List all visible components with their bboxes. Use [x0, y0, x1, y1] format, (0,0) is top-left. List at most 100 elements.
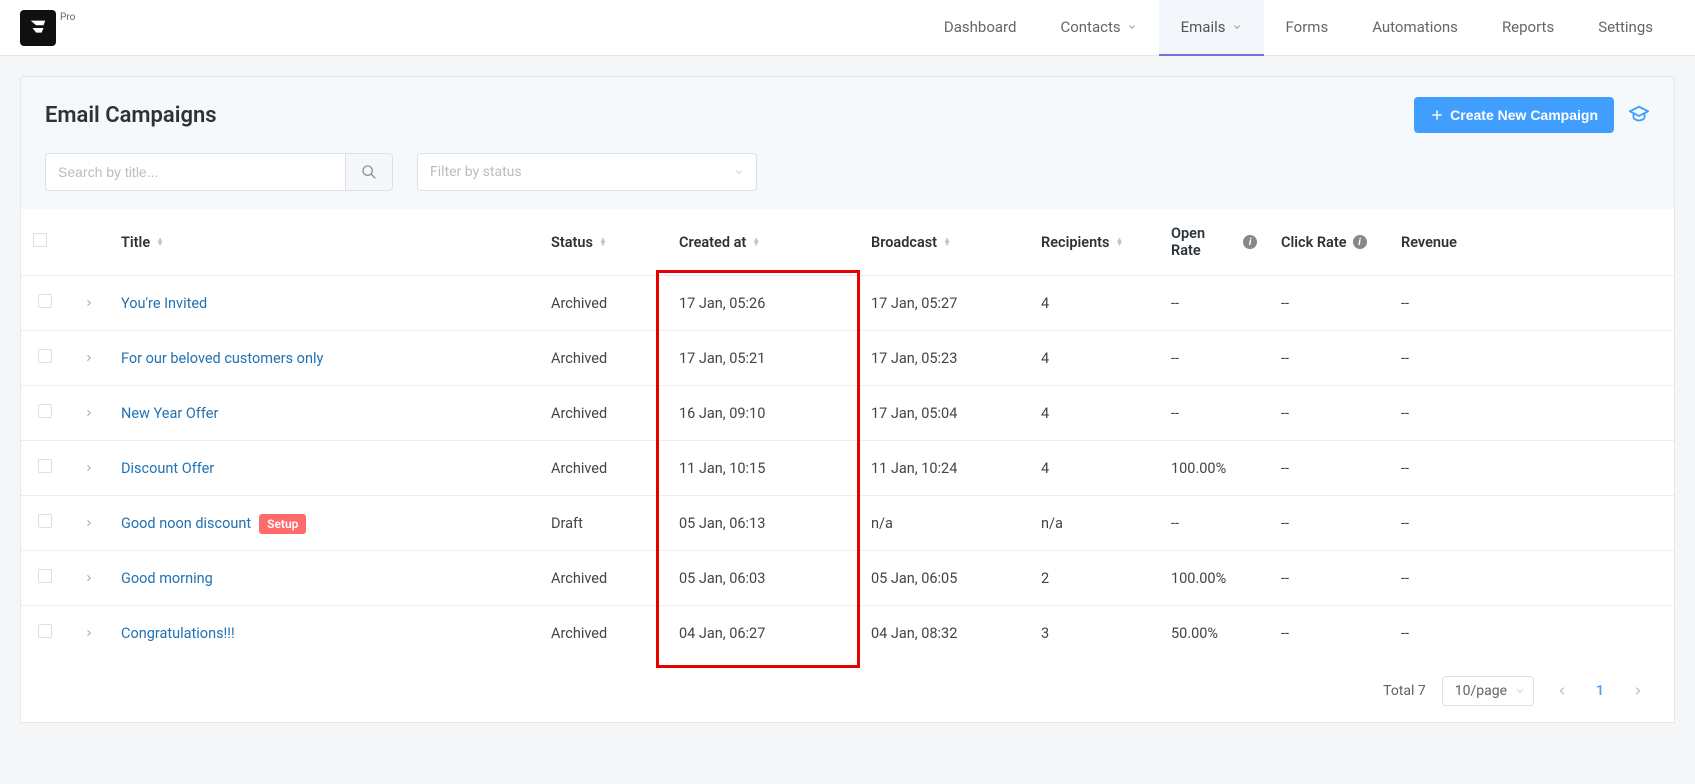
nav-item-forms[interactable]: Forms — [1264, 0, 1351, 56]
row-checkbox[interactable] — [38, 404, 52, 418]
broadcast-cell: 05 Jan, 06:05 — [859, 551, 1029, 606]
nav-item-automations[interactable]: Automations — [1350, 0, 1480, 56]
click-rate-cell: -- — [1269, 386, 1389, 441]
status-cell: Archived — [539, 551, 659, 606]
open-rate-cell: 100.00% — [1159, 551, 1269, 606]
click-rate-cell: -- — [1269, 441, 1389, 496]
nav-item-reports[interactable]: Reports — [1480, 0, 1576, 56]
chevron-down-icon — [1127, 22, 1137, 32]
nav-item-emails[interactable]: Emails — [1159, 0, 1264, 56]
expand-row-button[interactable] — [84, 515, 94, 532]
sort-icon: ▲▼ — [943, 238, 951, 246]
expand-row-button[interactable] — [84, 460, 94, 477]
created-cell: 16 Jan, 09:10 — [659, 386, 859, 441]
page-number[interactable]: 1 — [1590, 683, 1610, 699]
column-status[interactable]: Status▲▼ — [539, 209, 659, 276]
search-input[interactable] — [45, 153, 345, 191]
select-all-checkbox[interactable] — [33, 233, 47, 247]
column-broadcast[interactable]: Broadcast▲▼ — [859, 209, 1029, 276]
campaign-title-link[interactable]: Congratulations!!! — [121, 625, 235, 642]
open-rate-cell: -- — [1159, 386, 1269, 441]
recipients-cell: 3 — [1029, 606, 1159, 661]
expand-row-button[interactable] — [84, 570, 94, 587]
table-row: Good morning Archived 05 Jan, 06:03 05 J… — [21, 551, 1674, 606]
nav-item-contacts[interactable]: Contacts — [1038, 0, 1158, 56]
open-rate-cell: -- — [1159, 331, 1269, 386]
row-checkbox[interactable] — [38, 624, 52, 638]
nav-item-settings[interactable]: Settings — [1576, 0, 1675, 56]
campaign-title-link[interactable]: Discount Offer — [121, 460, 214, 477]
column-revenue: Revenue — [1389, 209, 1674, 276]
expand-row-button[interactable] — [84, 295, 94, 312]
row-checkbox[interactable] — [38, 569, 52, 583]
chevron-right-icon — [84, 353, 94, 363]
status-filter-select[interactable]: Filter by status — [417, 153, 757, 191]
table-row: Good noon discountSetup Draft 05 Jan, 06… — [21, 496, 1674, 551]
total-label: Total 7 — [1383, 683, 1426, 699]
chevron-left-icon — [1556, 685, 1568, 697]
revenue-cell: -- — [1389, 606, 1674, 661]
app-logo[interactable] — [20, 10, 56, 46]
sort-icon: ▲▼ — [599, 238, 607, 246]
campaign-title-link[interactable]: For our beloved customers only — [121, 350, 323, 367]
click-rate-cell: -- — [1269, 496, 1389, 551]
recipients-cell: 2 — [1029, 551, 1159, 606]
status-cell: Archived — [539, 386, 659, 441]
chevron-down-icon — [1515, 686, 1525, 696]
recipients-cell: 4 — [1029, 441, 1159, 496]
row-checkbox[interactable] — [38, 459, 52, 473]
graduation-cap-icon[interactable] — [1628, 104, 1650, 126]
prev-page-button[interactable] — [1550, 685, 1574, 697]
column-created[interactable]: Created at▲▼ — [659, 209, 859, 276]
chevron-right-icon — [84, 298, 94, 308]
table-row: Discount Offer Archived 11 Jan, 10:15 11… — [21, 441, 1674, 496]
pagination: Total 7 10/page 1 — [21, 660, 1674, 722]
row-checkbox[interactable] — [38, 349, 52, 363]
sort-icon: ▲▼ — [1116, 238, 1124, 246]
next-page-button[interactable] — [1626, 685, 1650, 697]
setup-badge[interactable]: Setup — [259, 514, 306, 534]
created-cell: 05 Jan, 06:03 — [659, 551, 859, 606]
revenue-cell: -- — [1389, 496, 1674, 551]
brand: Pro — [20, 10, 75, 46]
column-title[interactable]: Title▲▼ — [109, 209, 539, 276]
click-rate-cell: -- — [1269, 606, 1389, 661]
created-cell: 17 Jan, 05:21 — [659, 331, 859, 386]
status-cell: Archived — [539, 441, 659, 496]
expand-row-button[interactable] — [84, 405, 94, 422]
info-icon[interactable]: i — [1353, 235, 1367, 249]
chevron-right-icon — [84, 628, 94, 638]
column-recipients[interactable]: Recipients▲▼ — [1029, 209, 1159, 276]
column-open-rate: Open Ratei — [1159, 209, 1269, 276]
revenue-cell: -- — [1389, 551, 1674, 606]
pro-label: Pro — [60, 12, 75, 23]
campaign-title-link[interactable]: You're Invited — [121, 295, 207, 312]
revenue-cell: -- — [1389, 276, 1674, 331]
table-row: You're Invited Archived 17 Jan, 05:26 17… — [21, 276, 1674, 331]
chevron-right-icon — [84, 408, 94, 418]
search-button[interactable] — [345, 153, 393, 191]
nav-item-dashboard[interactable]: Dashboard — [922, 0, 1039, 56]
page-size-select[interactable]: 10/page — [1442, 676, 1534, 706]
table-row: New Year Offer Archived 16 Jan, 09:10 17… — [21, 386, 1674, 441]
click-rate-cell: -- — [1269, 331, 1389, 386]
sort-icon: ▲▼ — [752, 238, 760, 246]
row-checkbox[interactable] — [38, 514, 52, 528]
column-click-rate: Click Ratei — [1269, 209, 1389, 276]
click-rate-cell: -- — [1269, 276, 1389, 331]
campaign-title-link[interactable]: New Year Offer — [121, 405, 218, 422]
recipients-cell: 4 — [1029, 276, 1159, 331]
chevron-down-icon — [734, 167, 744, 177]
campaign-title-link[interactable]: Good morning — [121, 570, 213, 587]
expand-row-button[interactable] — [84, 625, 94, 642]
created-cell: 11 Jan, 10:15 — [659, 441, 859, 496]
broadcast-cell: 17 Jan, 05:23 — [859, 331, 1029, 386]
broadcast-cell: 17 Jan, 05:27 — [859, 276, 1029, 331]
expand-row-button[interactable] — [84, 350, 94, 367]
campaign-title-link[interactable]: Good noon discount — [121, 515, 251, 532]
create-new-campaign-button[interactable]: Create New Campaign — [1414, 97, 1614, 133]
row-checkbox[interactable] — [38, 294, 52, 308]
filters-bar: Filter by status — [20, 153, 1675, 209]
info-icon[interactable]: i — [1243, 235, 1257, 249]
recipients-cell: 4 — [1029, 386, 1159, 441]
